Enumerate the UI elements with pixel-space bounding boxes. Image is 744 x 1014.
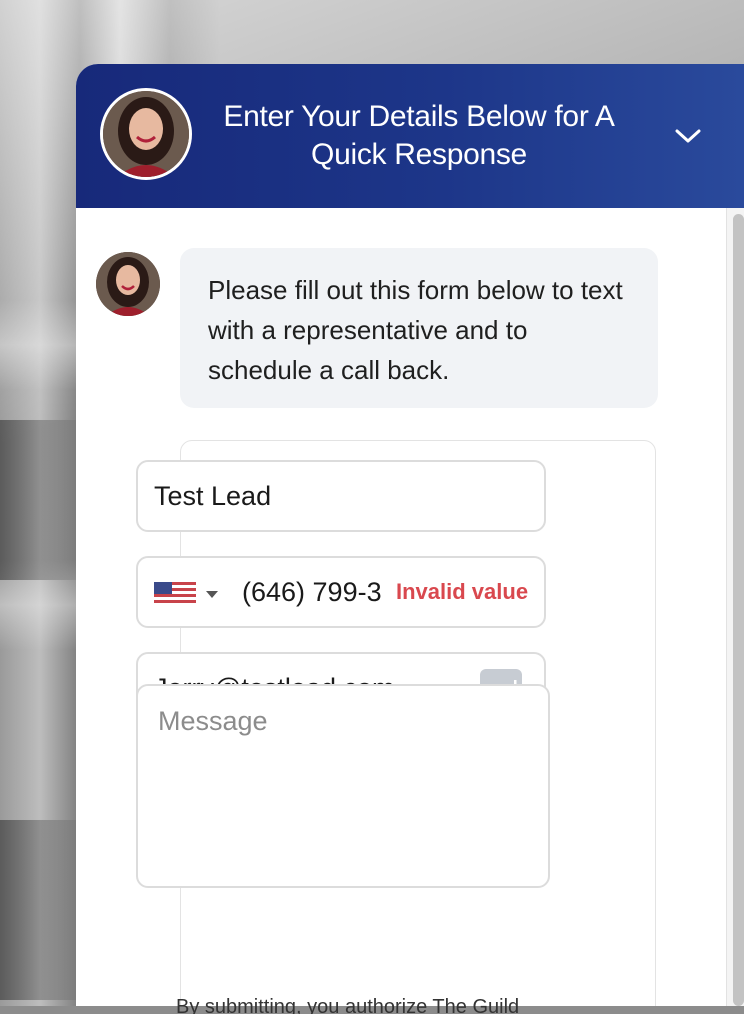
chevron-down-icon [675, 129, 701, 143]
us-flag-icon [154, 582, 218, 606]
message-textarea[interactable]: Message [136, 684, 550, 888]
country-selector[interactable] [154, 580, 226, 608]
collapse-button[interactable] [668, 116, 708, 156]
caret-down-icon [206, 591, 218, 598]
message-placeholder: Message [158, 706, 268, 736]
phone-error: Invalid value [396, 579, 529, 604]
scrollbar-thumb[interactable] [733, 214, 744, 1006]
agent-photo [96, 252, 160, 316]
consent-disclaimer: By submitting, you authorize The Guild [176, 996, 520, 1014]
phone-value: (646) 799-3 [242, 577, 382, 607]
message-avatar [96, 252, 160, 316]
chat-message-bubble: Please fill out this form below to text … [180, 248, 658, 408]
agent-photo [103, 91, 189, 177]
header-title: Enter Your Details Below for A Quick Res… [223, 100, 615, 171]
widget-header: Enter Your Details Below for A Quick Res… [76, 64, 744, 208]
name-field[interactable]: Test Lead [136, 460, 546, 532]
name-value: Test Lead [154, 481, 272, 511]
agent-avatar [100, 88, 192, 180]
phone-field[interactable]: (646) 799-3 Invalid value [136, 556, 546, 628]
